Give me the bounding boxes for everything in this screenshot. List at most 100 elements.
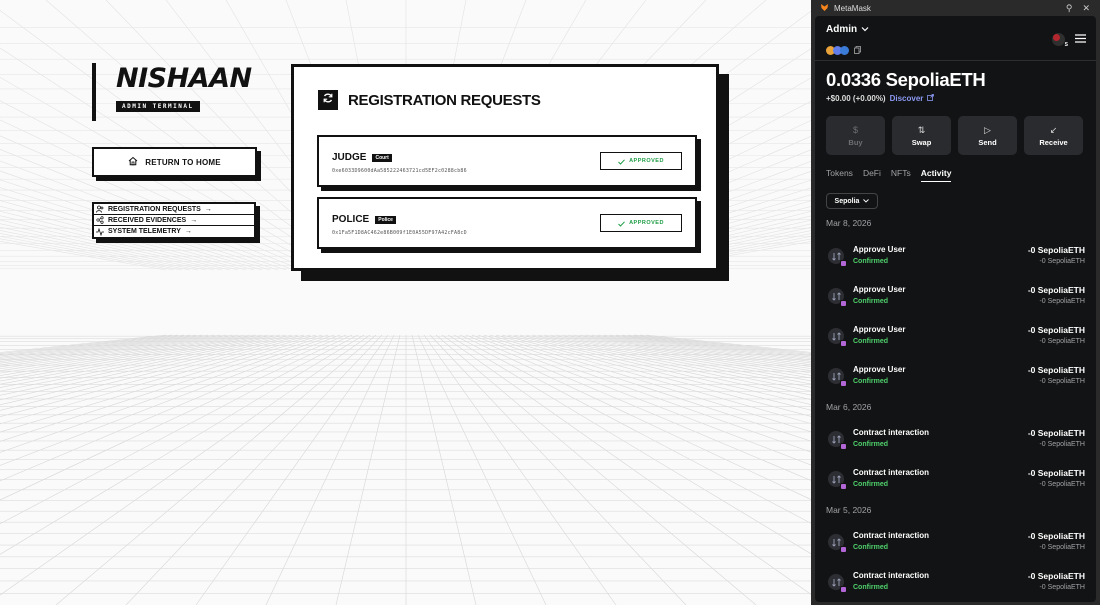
tab-nfts[interactable]: NFTs [891, 168, 911, 182]
grid-line [441, 334, 812, 596]
activity-status: Confirmed [853, 544, 888, 551]
nav-item-label: RECEIVED EVIDENCES [108, 216, 187, 224]
refresh-button[interactable] [318, 90, 338, 110]
request-role-badge: Police [375, 215, 396, 224]
return-home-button[interactable]: RETURN TO HOME [92, 147, 257, 177]
grid-line [55, 334, 377, 605]
grid-line [435, 334, 757, 605]
metamask-window: MetaMask ⚲ ✕ Admin S 0.0336 SepoliaETH +… [811, 0, 1100, 605]
transaction-icon [828, 574, 847, 593]
tab-activity[interactable]: Activity [920, 168, 952, 182]
grid-line [0, 334, 359, 525]
activity-status: Confirmed [853, 338, 888, 345]
activity-amount: -0 SepoliaETH [1027, 365, 1085, 375]
activity-item[interactable]: Contract interaction Confirmed -0 SepoliaE… [826, 467, 1085, 497]
grid-line [471, 334, 812, 466]
tab-tokens[interactable]: Tokens [826, 168, 853, 182]
network-badge-icon [840, 483, 847, 490]
grid-line [423, 334, 617, 605]
activity-amount: -0 SepoliaETH [1027, 571, 1085, 581]
network-filter-label: Sepolia [834, 197, 860, 205]
nav-item-registration-requests[interactable]: REGISTRATION REQUESTS → [94, 204, 254, 215]
network-icons [826, 41, 861, 59]
buy-button[interactable]: $ Buy [826, 116, 885, 155]
activity-fiat-amount: -0 SepoliaETH [1039, 298, 1085, 305]
arrow-right-icon: → [190, 216, 198, 224]
grid-line [459, 334, 812, 501]
grid-line [543, 334, 812, 385]
activity-status: Confirmed [853, 584, 888, 591]
network-badge-icon [840, 443, 847, 450]
brand-title: NISHAAN [116, 63, 252, 94]
network-filter-dropdown[interactable]: Sepolia [826, 193, 878, 209]
send-icon: ▷ [984, 124, 991, 135]
request-name-row: JUDGE Court [332, 152, 392, 163]
receive-button[interactable]: ↙ Receive [1024, 116, 1083, 155]
menu-icon[interactable] [1075, 30, 1086, 48]
swap-button[interactable]: ⇅ Swap [892, 116, 951, 155]
activity-amount: -0 SepoliaETH [1027, 428, 1085, 438]
avatar[interactable]: S [1052, 32, 1068, 48]
request-name-row: POLICE Police [332, 214, 396, 225]
pin-icon[interactable]: ⚲ [1066, 3, 1073, 14]
activity-status: Confirmed [853, 298, 888, 305]
grid-line [555, 334, 812, 379]
approved-button[interactable]: APPROVED [600, 152, 682, 170]
activity-fiat-amount: -0 SepoliaETH [1039, 481, 1085, 488]
grid-line [0, 334, 257, 379]
grid-line [429, 334, 687, 605]
close-icon[interactable]: ✕ [1082, 3, 1090, 14]
wallet-tabs: Tokens DeFi NFTs Activity [826, 168, 952, 182]
external-link-icon[interactable] [927, 94, 935, 103]
activity-title: Contract interaction [853, 468, 930, 477]
buy-label: Buy [848, 137, 863, 147]
activity-item[interactable]: Approve User Confirmed -0 SepoliaETH -0 Sep… [826, 364, 1085, 394]
send-button[interactable]: ▷ Send [958, 116, 1017, 155]
request-role-badge: Court [372, 153, 392, 162]
grid-line [0, 334, 269, 385]
window-title: MetaMask [834, 3, 871, 13]
grid-line [477, 334, 812, 453]
grid-line [615, 334, 812, 359]
request-address: 0x1Fa5F1D8AC462e86B009f1E0A55DF97A42cFA8… [332, 230, 467, 236]
approved-label: APPROVED [629, 220, 664, 226]
nav-item-system-telemetry[interactable]: SYSTEM TELEMETRY → [94, 226, 254, 237]
check-icon [618, 214, 625, 232]
approved-button[interactable]: APPROVED [600, 214, 682, 232]
activity-item[interactable]: Approve User Confirmed -0 SepoliaETH -0 Sep… [826, 284, 1085, 314]
grid-line [265, 334, 395, 605]
chevron-down-icon [861, 24, 869, 35]
activity-item[interactable]: Contract interaction Confirmed -0 SepoliaE… [826, 570, 1085, 600]
activity-item[interactable]: Contract interaction Confirmed -0 SepoliaE… [826, 530, 1085, 560]
activity-item[interactable]: Contract interaction Confirmed -0 SepoliaE… [826, 427, 1085, 457]
nav-item-received-evidences[interactable]: RECEIVED EVIDENCES → [94, 215, 254, 226]
network-badge-icon [840, 586, 847, 593]
discover-link[interactable]: Discover [890, 94, 924, 103]
grid-line [0, 334, 245, 374]
grid-line [411, 334, 477, 605]
balance-change: +$0.00 (+0.00%) [826, 94, 886, 103]
grid-line [0, 334, 263, 382]
activity-item[interactable]: Approve User Confirmed -0 SepoliaETH -0 Sep… [826, 244, 1085, 274]
tab-defi[interactable]: DeFi [863, 168, 881, 182]
activity-item[interactable]: Approve User Confirmed -0 SepoliaETH -0 Sep… [826, 324, 1085, 354]
balance-change-row: +$0.00 (+0.00%) Discover [826, 94, 935, 103]
account-selector[interactable]: Admin [826, 24, 869, 35]
grid-line [567, 334, 812, 374]
nav-item-label: REGISTRATION REQUESTS [108, 205, 201, 213]
activity-date: Mar 5, 2026 [826, 505, 872, 515]
grid-line [537, 334, 812, 388]
arrow-right-icon: → [204, 205, 212, 213]
swap-label: Swap [911, 137, 932, 147]
grid-line [417, 334, 547, 605]
network-badge-icon [840, 380, 847, 387]
window-controls: ⚲ ✕ [1066, 3, 1100, 14]
grid-line [0, 334, 365, 555]
grid-line [447, 334, 812, 555]
grid-line [195, 334, 389, 605]
request-card: POLICE Police 0x1Fa5F1D8AC462e86B009f1E0… [317, 197, 697, 249]
copy-icon[interactable] [854, 41, 861, 59]
transaction-icon [828, 248, 847, 267]
activity-status: Confirmed [853, 258, 888, 265]
activity-fiat-amount: -0 SepoliaETH [1039, 338, 1085, 345]
